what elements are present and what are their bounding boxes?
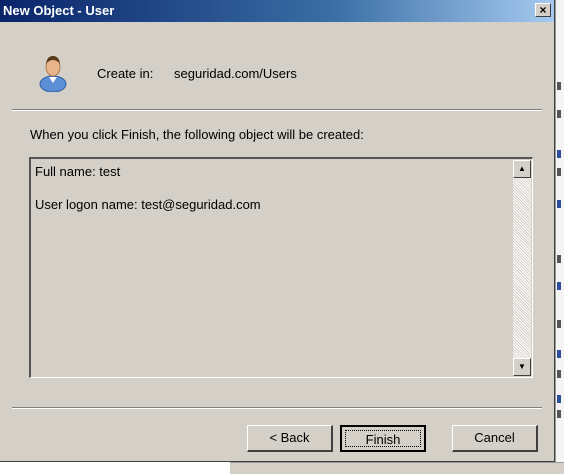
new-user-dialog: New Object - User × Create in: seguridad… <box>0 0 555 462</box>
background-text-fragment <box>557 200 561 208</box>
scroll-down-button[interactable]: ▼ <box>513 358 531 376</box>
background-text-fragment <box>557 350 561 358</box>
background-text-fragment <box>557 255 561 263</box>
background-text-fragment <box>557 82 561 90</box>
scroll-up-button[interactable]: ▲ <box>513 160 531 178</box>
background-text-fragment <box>557 395 561 403</box>
background-text-fragment <box>557 410 561 418</box>
footer-divider <box>12 407 542 409</box>
title-bar[interactable]: New Object - User × <box>0 0 554 22</box>
scroll-down-arrow-icon: ▼ <box>518 362 526 371</box>
info-text: When you click Finish, the following obj… <box>30 127 364 142</box>
finish-button-label: Finish <box>345 430 421 447</box>
background-text-fragment <box>557 110 561 118</box>
finish-button[interactable]: Finish <box>340 425 426 452</box>
scroll-up-arrow-icon: ▲ <box>518 164 526 173</box>
background-text-fragment <box>557 370 561 378</box>
create-in-path: seguridad.com/Users <box>174 66 297 81</box>
background-text-fragment <box>557 168 561 176</box>
background-window-edge <box>555 0 564 473</box>
close-button[interactable]: × <box>535 3 551 17</box>
user-icon <box>39 56 67 92</box>
background-text-fragment <box>557 150 561 158</box>
summary-textbox[interactable]: Full name: test User logon name: test@se… <box>29 157 533 378</box>
background-text-fragment <box>557 282 561 290</box>
summary-full-name: Full name: test <box>35 164 121 179</box>
create-in-label: Create in: <box>97 66 154 81</box>
summary-logon-name: User logon name: test@seguridad.com <box>35 197 261 212</box>
background-text-fragment <box>557 320 561 328</box>
dialog-title: New Object - User <box>3 3 115 18</box>
header-divider <box>12 109 542 111</box>
vertical-scrollbar[interactable]: ▲ ▼ <box>513 160 531 376</box>
close-icon: × <box>539 3 547 17</box>
back-button[interactable]: < Back <box>247 425 333 452</box>
cancel-button[interactable]: Cancel <box>452 425 538 452</box>
background-window-bottom-edge <box>230 462 564 474</box>
